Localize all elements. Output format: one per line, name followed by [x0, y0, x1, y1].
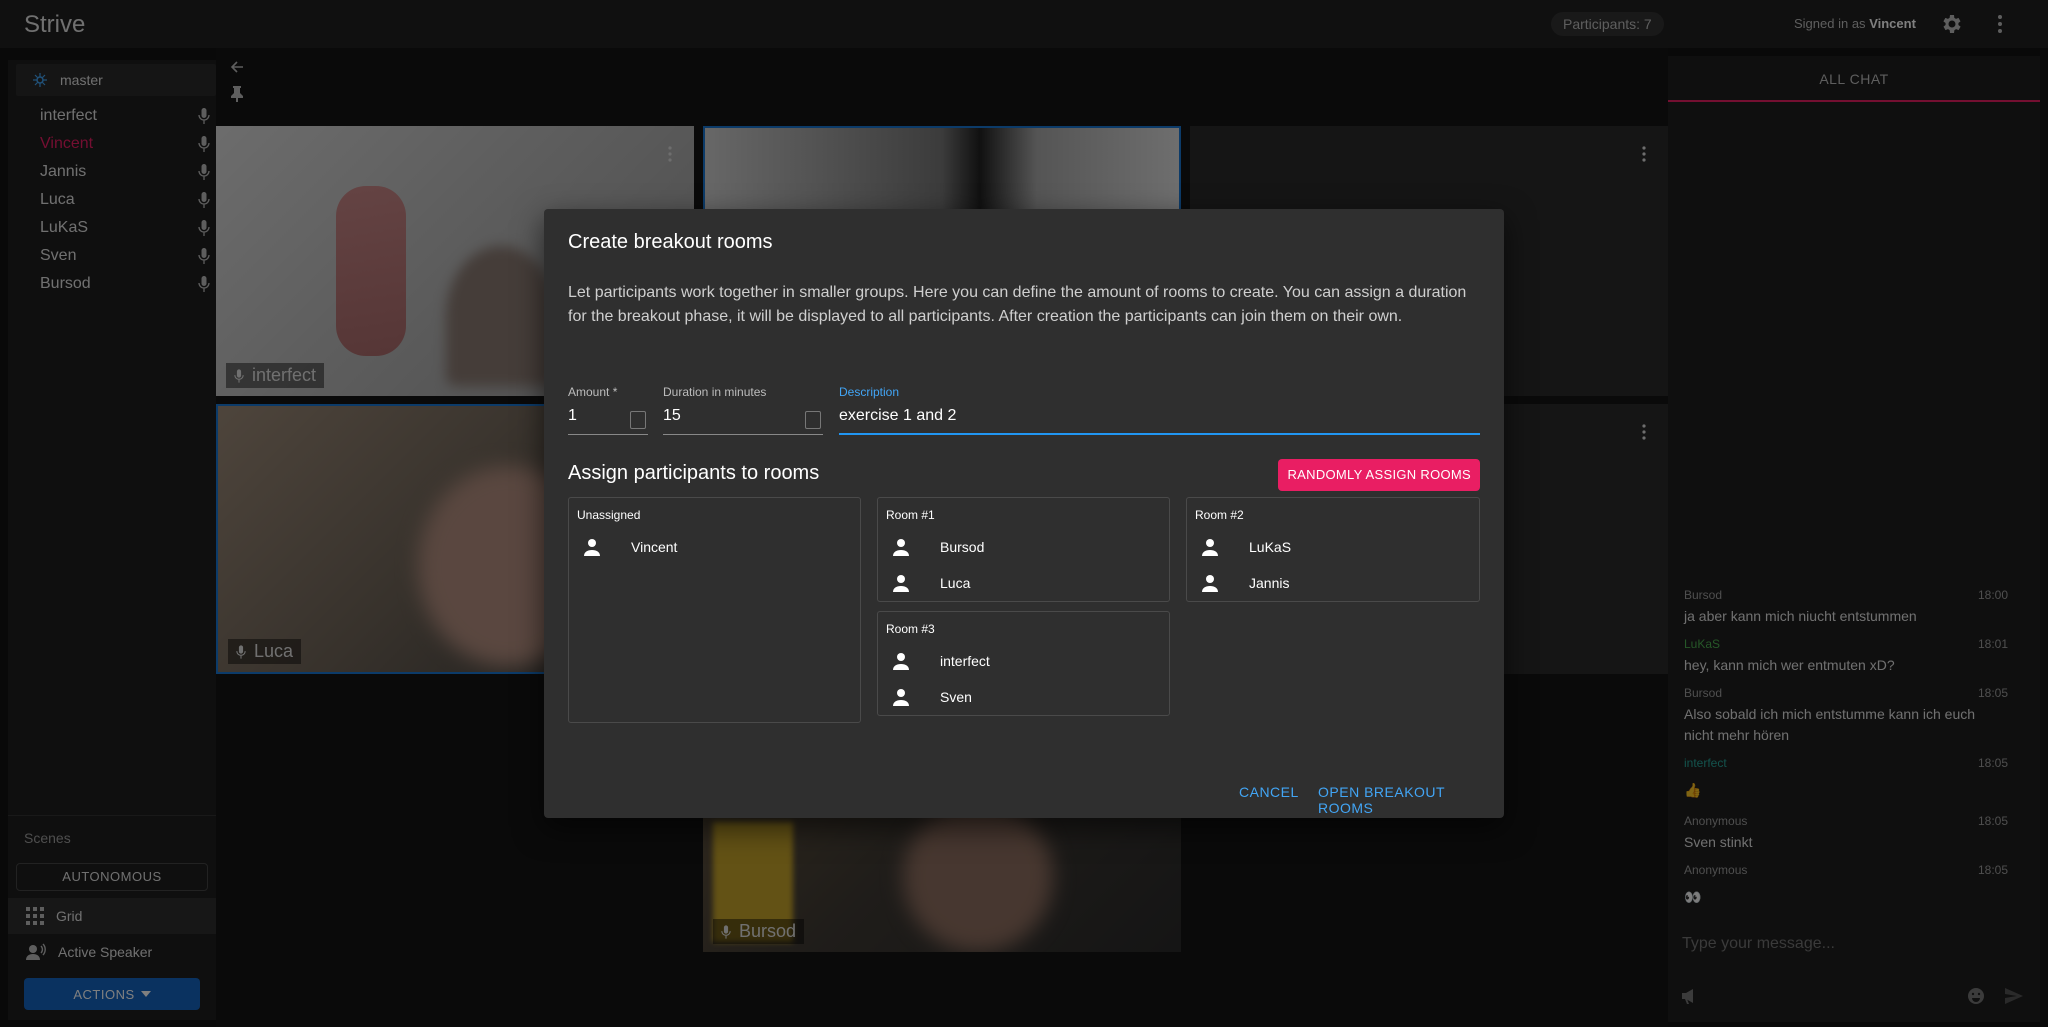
duration-text: 15 — [663, 407, 681, 424]
room-box-2[interactable]: Room #2 LuKaS Jannis — [1186, 497, 1480, 602]
room-title: Unassigned — [577, 508, 641, 522]
room-member[interactable]: LuKaS — [1201, 538, 1291, 556]
person-icon — [893, 653, 909, 670]
open-breakout-rooms-button[interactable]: OPEN BREAKOUT ROOMS — [1318, 784, 1504, 816]
assign-section-title: Assign participants to rooms — [568, 462, 820, 484]
randomly-assign-button[interactable]: RANDOMLY ASSIGN ROOMS — [1278, 459, 1480, 491]
room-member[interactable]: Jannis — [1201, 574, 1289, 592]
room-member[interactable]: Sven — [892, 688, 972, 706]
person-icon — [584, 539, 600, 556]
duration-spinner[interactable] — [805, 411, 821, 429]
amount-value[interactable]: 1 — [568, 407, 648, 435]
dialog-description: Let participants work together in smalle… — [568, 284, 1467, 325]
room-title: Room #1 — [886, 508, 935, 522]
description-value[interactable]: exercise 1 and 2 — [839, 407, 1480, 435]
duration-field[interactable]: Duration in minutes 15 — [663, 385, 823, 435]
member-name: interfect — [940, 653, 990, 669]
member-name: Jannis — [1249, 575, 1290, 591]
amount-text: 1 — [568, 407, 577, 424]
member-name: Sven — [940, 689, 972, 705]
room-title: Room #2 — [1195, 508, 1244, 522]
room-member[interactable]: Bursod — [892, 538, 984, 556]
amount-spinner[interactable] — [630, 411, 646, 429]
room-box-3[interactable]: Room #3 interfect Sven — [877, 611, 1170, 716]
duration-value[interactable]: 15 — [663, 407, 823, 435]
room-member[interactable]: Vincent — [583, 538, 677, 556]
unassigned-box[interactable]: Unassigned Vincent — [568, 497, 861, 723]
person-icon — [1202, 575, 1218, 592]
room-box-1[interactable]: Room #1 Bursod Luca — [877, 497, 1170, 602]
room-member[interactable]: Luca — [892, 574, 970, 592]
cancel-button[interactable]: CANCEL — [1239, 784, 1299, 800]
room-member[interactable]: interfect — [892, 652, 990, 670]
dialog-title: Create breakout rooms — [568, 231, 773, 253]
amount-label: Amount * — [568, 385, 618, 399]
member-name: LuKaS — [1249, 539, 1292, 555]
duration-label: Duration in minutes — [663, 385, 767, 399]
person-icon — [893, 575, 909, 592]
description-field[interactable]: Description exercise 1 and 2 — [839, 385, 1480, 435]
member-name: Bursod — [940, 539, 985, 555]
member-name: Luca — [940, 575, 971, 591]
member-name: Vincent — [631, 539, 678, 555]
person-icon — [893, 689, 909, 706]
breakout-rooms-dialog: Create breakout rooms Let participants w… — [544, 209, 1504, 818]
description-text: exercise 1 and 2 — [839, 407, 957, 424]
amount-field[interactable]: Amount * 1 — [568, 385, 648, 435]
description-label: Description — [839, 385, 900, 399]
person-icon — [1202, 539, 1218, 556]
room-title: Room #3 — [886, 622, 935, 636]
person-icon — [893, 539, 909, 556]
